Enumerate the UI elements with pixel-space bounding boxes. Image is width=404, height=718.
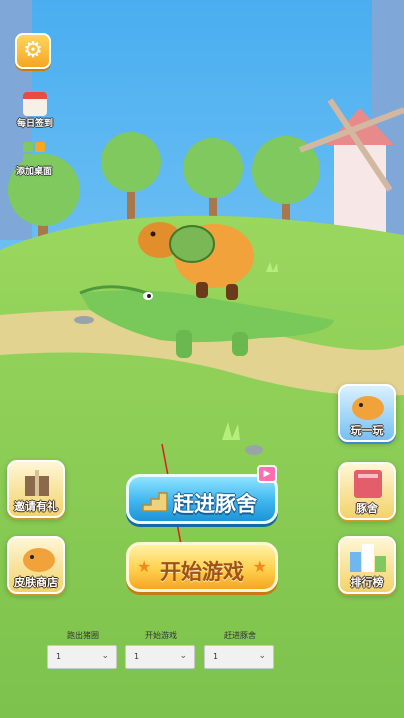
pig-house-button[interactable]: 豚舍: [338, 462, 396, 520]
pig-house-label: 豚舍: [356, 502, 378, 515]
enter-pig-house-label: 赶进豚舍: [173, 492, 257, 516]
select-group-run-out: 跑出猪圈 1 ⌄: [47, 630, 119, 669]
invite-button[interactable]: 邀请有礼: [7, 460, 65, 518]
chevron-down-icon: ⌄: [101, 651, 109, 661]
background-art: [0, 0, 404, 718]
select-group-start-game: 开始游戏 1 ⌄: [125, 630, 197, 669]
gear-icon: ⚙: [23, 38, 43, 63]
game-scene: [0, 0, 404, 718]
calendar-icon: [23, 92, 47, 116]
select-value: 1: [56, 652, 62, 661]
capybara-icon: [352, 396, 384, 420]
leaderboard-button[interactable]: 排行榜: [338, 536, 396, 594]
chevron-down-icon: ⌄: [179, 651, 187, 661]
book-icon: [354, 470, 382, 498]
grid-icon: [23, 142, 45, 164]
settings-button[interactable]: ⚙: [15, 33, 51, 69]
skin-shop-button[interactable]: 皮肤商店: [7, 536, 65, 594]
daily-checkin-button[interactable]: 每日签到: [14, 92, 56, 129]
select-caption: 跑出猪圈: [67, 631, 99, 640]
play-label: 玩一玩: [350, 424, 384, 437]
select-value: 1: [213, 652, 219, 661]
video-icon: ▶: [257, 465, 277, 483]
shop-icon: [23, 548, 55, 572]
invite-label: 邀请有礼: [14, 500, 58, 513]
add-desktop-label: 添加桌面: [15, 167, 52, 177]
select-caption: 开始游戏: [145, 631, 177, 640]
select-start-game[interactable]: 1 ⌄: [125, 645, 195, 669]
gift-icon: [25, 470, 49, 496]
enter-pig-house-button[interactable]: 赶进豚舍 ▶: [126, 465, 278, 524]
chevron-down-icon: ⌄: [258, 651, 266, 661]
select-group-enter-house: 赶进豚舍 1 ⌄: [204, 630, 276, 669]
select-value: 1: [134, 652, 140, 661]
select-caption: 赶进豚舍: [224, 631, 256, 640]
select-run-out[interactable]: 1 ⌄: [47, 645, 117, 669]
star-right-icon: ★: [252, 557, 267, 576]
select-enter-house[interactable]: 1 ⌄: [204, 645, 274, 669]
play-button[interactable]: 玩一玩: [338, 384, 396, 442]
daily-checkin-label: 每日签到: [16, 119, 53, 129]
leaderboard-label: 排行榜: [350, 576, 384, 589]
start-game-button[interactable]: ★ 开始游戏 ★: [126, 542, 278, 592]
leaderboard-icon: [350, 544, 386, 572]
add-desktop-button[interactable]: 添加桌面: [13, 142, 55, 177]
skin-shop-label: 皮肤商店: [14, 576, 58, 589]
